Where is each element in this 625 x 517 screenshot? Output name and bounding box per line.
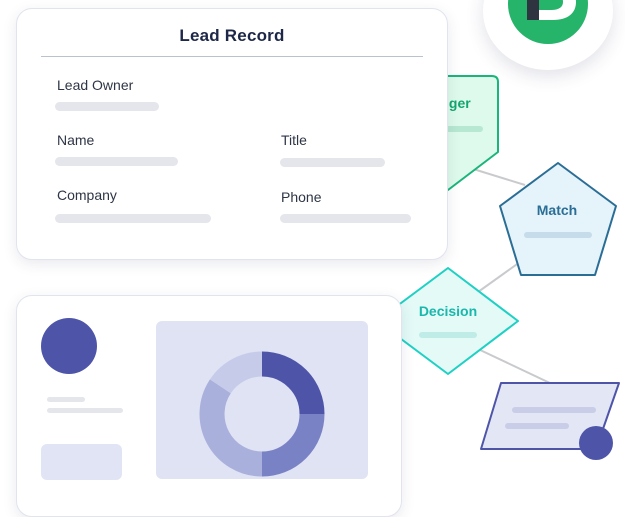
company-label: Company (57, 187, 117, 203)
title-divider (41, 56, 423, 57)
name-label: Name (57, 132, 95, 148)
output-placeholder-2 (505, 423, 569, 429)
connector-trigger-match (469, 167, 526, 186)
profile-card (16, 295, 402, 517)
decision-placeholder (419, 332, 477, 338)
decision-label: Decision (419, 303, 477, 319)
avatar (41, 318, 97, 374)
match-placeholder (524, 232, 592, 238)
lead-record-title: Lead Record (179, 26, 285, 45)
lead-record-card: Lead Record Lead Owner Name Title Compan… (16, 8, 448, 260)
profile-line-1 (47, 397, 85, 402)
donut-segment-1 (261, 351, 325, 415)
phone-label: Phone (281, 189, 322, 205)
lead-owner-label: Lead Owner (57, 77, 134, 93)
lead-owner-value (55, 102, 159, 111)
title-value (280, 158, 385, 167)
chart-panel (156, 321, 368, 479)
company-value (55, 214, 211, 223)
output-status-dot (579, 426, 613, 460)
title-label: Title (281, 132, 307, 148)
match-node[interactable]: Match (499, 162, 617, 276)
phone-value (280, 214, 411, 223)
output-placeholder-1 (512, 407, 596, 413)
donut-segment-4 (209, 351, 263, 394)
connector-match-decision (477, 261, 521, 293)
donut-segment-2 (261, 413, 325, 477)
output-node[interactable] (480, 382, 620, 460)
match-label: Match (537, 202, 577, 218)
name-value (55, 157, 178, 166)
connector-decision-output (477, 348, 553, 385)
donut-segment-3 (199, 379, 263, 477)
donut-chart-icon (199, 351, 325, 477)
profile-line-2 (47, 408, 123, 413)
profile-block (41, 444, 122, 480)
